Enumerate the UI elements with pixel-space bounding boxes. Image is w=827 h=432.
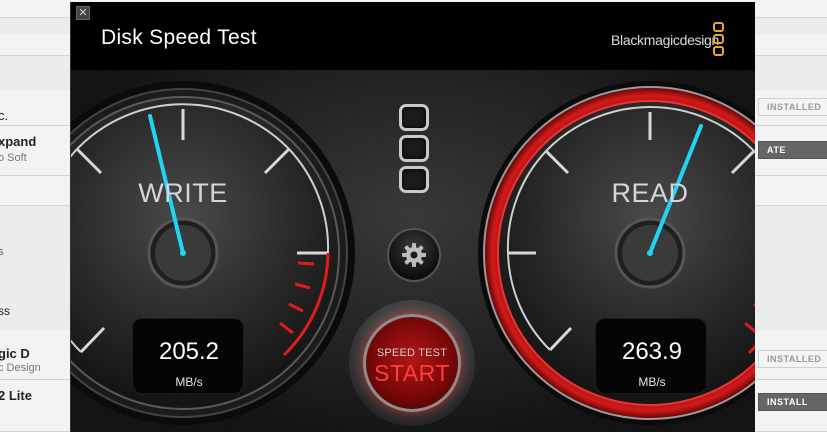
background-item-name: c. bbox=[0, 108, 9, 123]
brand-name: Blackmagicdesign bbox=[611, 32, 720, 48]
close-button[interactable]: ✕ bbox=[76, 6, 90, 20]
read-speed-unit: MB/s bbox=[638, 375, 666, 389]
gear-icon bbox=[402, 243, 426, 267]
background-item-name: xpand bbox=[0, 134, 37, 149]
read-gauge: READ 263.9 MB/s bbox=[475, 78, 755, 428]
start-button[interactable]: SPEED TEST START bbox=[349, 300, 475, 426]
installed-button[interactable]: INSTALLED bbox=[758, 98, 827, 116]
install-button[interactable]: INSTALL bbox=[758, 393, 827, 411]
read-speed-value: 263.9 bbox=[621, 338, 683, 365]
write-label: WRITE bbox=[138, 178, 228, 208]
write-speed-value: 205.2 bbox=[158, 338, 220, 365]
background-fragment: s bbox=[0, 246, 4, 258]
start-button-caption: SPEED TEST bbox=[376, 347, 448, 359]
blackmagic-logo-icon bbox=[713, 22, 725, 58]
write-gauge: WRITE 205.2 MB/s bbox=[71, 78, 358, 428]
start-button-face: SPEED TEST START bbox=[363, 314, 461, 412]
read-label: READ bbox=[611, 178, 689, 208]
gauge-panel: SPEED TEST START WRITE 205.2 MB/s READ 2… bbox=[71, 70, 755, 432]
write-readout: 205.2 MB/s bbox=[132, 318, 244, 394]
installed-button[interactable]: INSTALLED bbox=[758, 350, 827, 368]
settings-button[interactable] bbox=[387, 228, 441, 282]
title-bar: ✕ Disk Speed Test Blackmagicdesign bbox=[71, 2, 755, 70]
write-speed-unit: MB/s bbox=[175, 375, 203, 389]
background-item-name: 2 Lite bbox=[0, 388, 32, 403]
background-item-sub: o Soft bbox=[0, 152, 27, 164]
update-button[interactable]: ATE bbox=[758, 141, 827, 159]
start-button-label: START bbox=[374, 360, 450, 386]
background-item-sub: c Design bbox=[0, 362, 41, 374]
background-fragment: ss bbox=[0, 304, 10, 318]
app-title: Disk Speed Test bbox=[101, 26, 257, 49]
disk-speed-test-window: ✕ Disk Speed Test Blackmagicdesign SPEED… bbox=[70, 2, 755, 432]
blackmagic-logo-icon bbox=[399, 104, 431, 200]
read-readout: 263.9 MB/s bbox=[595, 318, 707, 394]
background-item-name: gic D bbox=[0, 346, 30, 361]
